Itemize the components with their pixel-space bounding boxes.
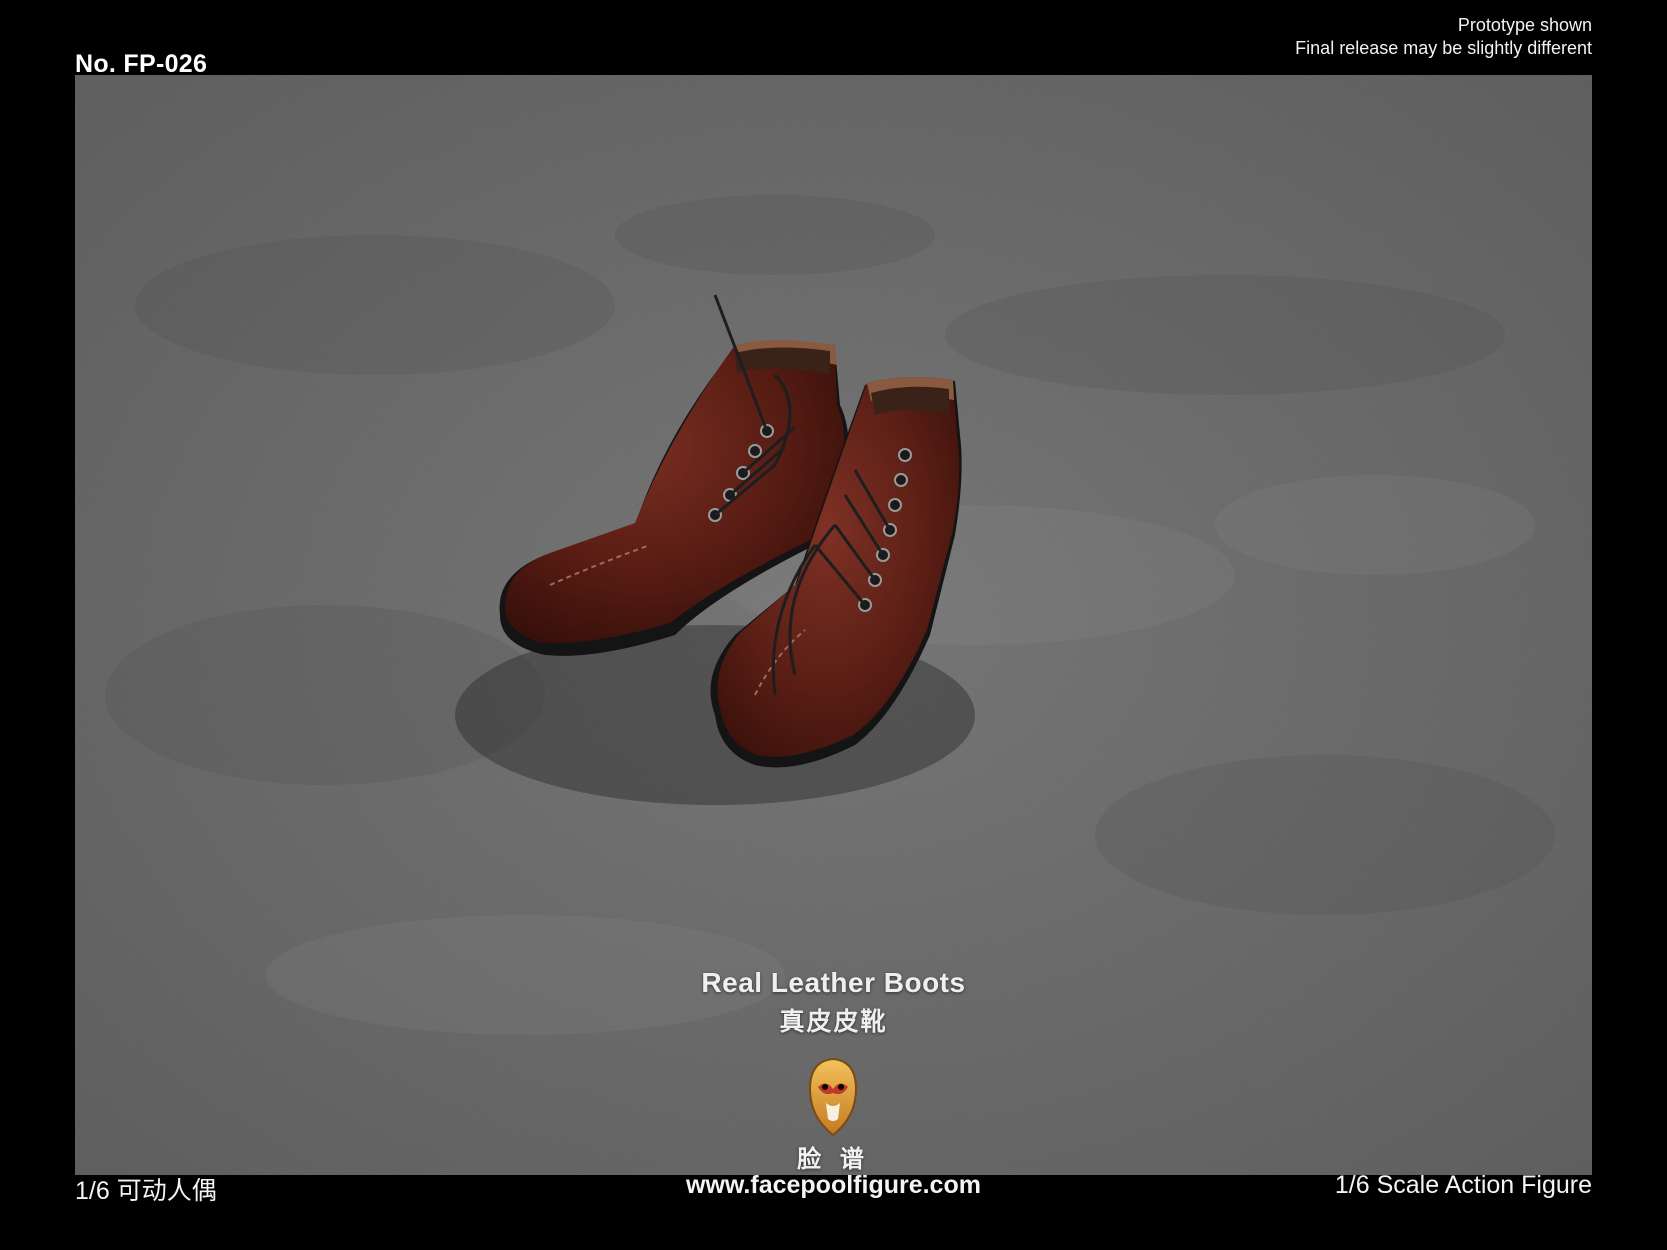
product-caption-en: Real Leather Boots: [701, 967, 966, 998]
prototype-notice: Prototype shown Final release may be sli…: [1295, 14, 1592, 60]
facepool-mask-logo: [808, 1057, 858, 1137]
product-photo: Real Leather Boots 真皮皮靴 脸 谱: [75, 75, 1592, 1175]
footer-scale-en: 1/6 Scale Action Figure: [1334, 1171, 1592, 1199]
notice-line-1: Prototype shown: [1457, 15, 1592, 35]
brand-name-cn: 脸 谱: [797, 1146, 870, 1173]
product-caption-cn: 真皮皮靴: [779, 1008, 888, 1036]
notice-line-2: Final release may be slightly different: [1295, 38, 1592, 58]
